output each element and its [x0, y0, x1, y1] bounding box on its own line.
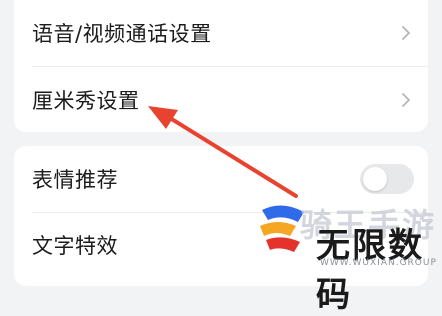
cmshow-settings-item[interactable]: 厘米秀设置 — [14, 67, 428, 132]
toggle-knob — [363, 167, 387, 191]
chevron-right-icon — [402, 93, 410, 107]
sticker-recommendation-label: 表情推荐 — [32, 168, 118, 192]
settings-card-top: 语音/视频通话设置 厘米秀设置 — [14, 0, 428, 132]
cmshow-settings-label: 厘米秀设置 — [32, 89, 140, 113]
chevron-right-icon — [402, 26, 410, 40]
watermark-url: WWW.WUXIAN.GROUP — [320, 258, 437, 268]
text-effects-label: 文字特效 — [32, 234, 118, 258]
voice-video-call-settings-item[interactable]: 语音/视频通话设置 — [14, 0, 428, 66]
sticker-recommendation-toggle[interactable] — [360, 164, 414, 194]
voice-video-call-settings-label: 语音/视频通话设置 — [32, 22, 212, 46]
